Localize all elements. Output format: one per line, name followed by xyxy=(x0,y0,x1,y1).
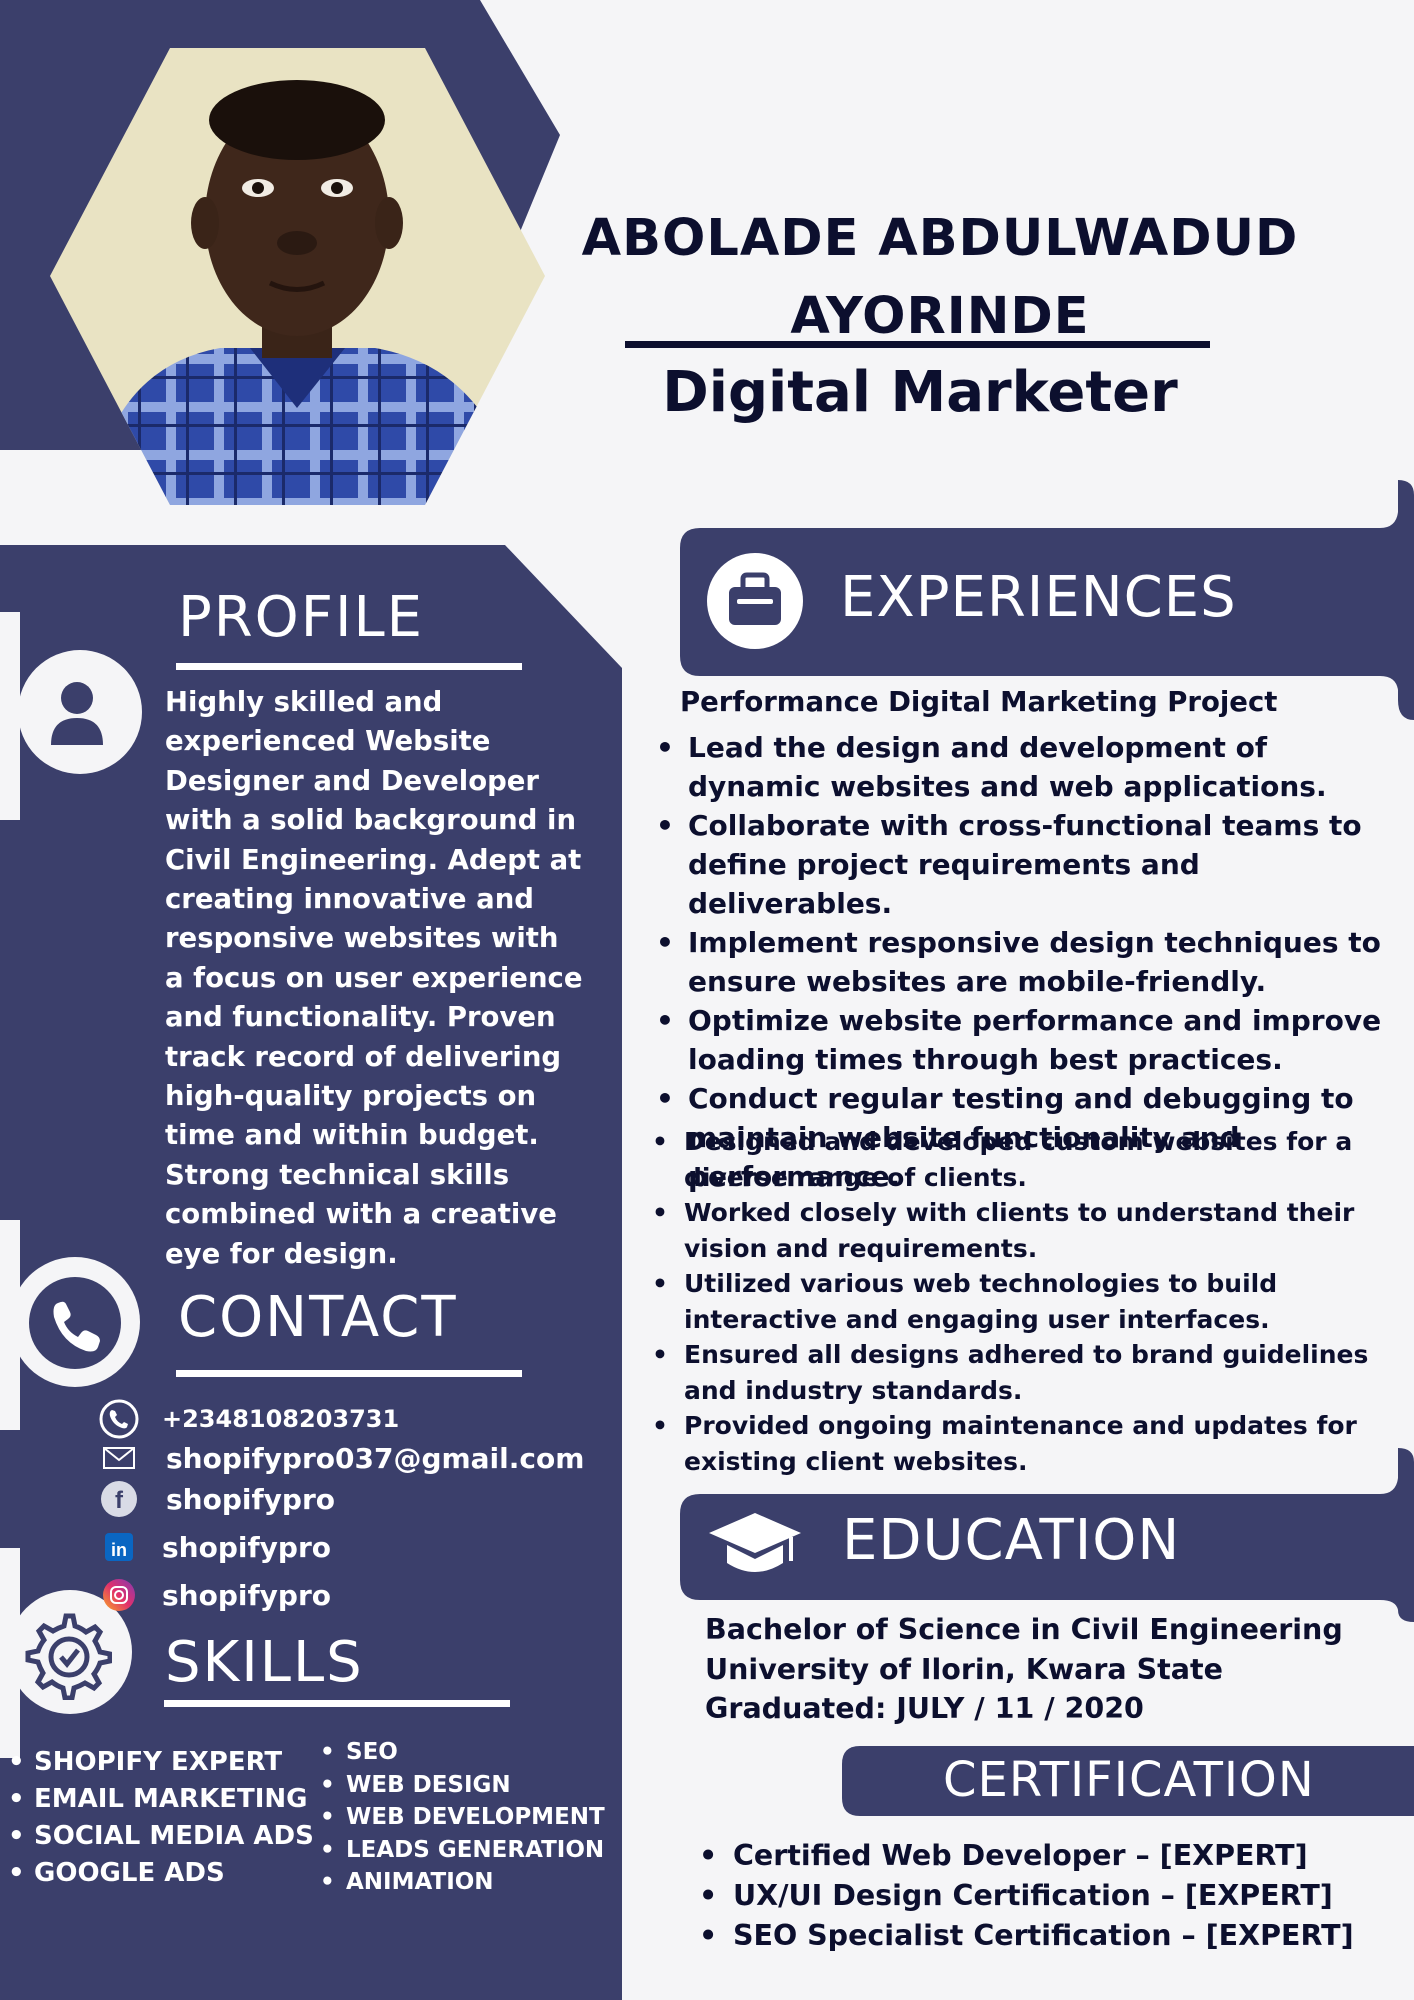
contact-instagram[interactable]: shopifypro xyxy=(98,1574,331,1616)
facebook-icon: f xyxy=(98,1478,140,1520)
name-line-1: ABOLADE ABDULWADUD xyxy=(581,209,1299,268)
certification-heading: CERTIFICATION xyxy=(943,1752,1315,1808)
experience-item: Ensured all designs adhered to brand gui… xyxy=(652,1337,1412,1408)
contact-email[interactable]: shopifypro037@gmail.com xyxy=(98,1437,584,1479)
svg-text:in: in xyxy=(111,1540,127,1560)
briefcase-icon xyxy=(707,553,803,649)
contact-heading: CONTACT xyxy=(178,1285,458,1350)
skill-item: WEB DESIGN xyxy=(320,1769,605,1802)
profile-divider xyxy=(176,663,522,670)
experience-project-title: Performance Digital Marketing Project xyxy=(680,686,1278,718)
graduation-cap-icon xyxy=(705,1505,805,1585)
education-graduated: Graduated: JULY / 11 / 2020 xyxy=(705,1692,1144,1725)
experience-item: Lead the design and development of dynam… xyxy=(656,728,1408,806)
experience-item: Collaborate with cross-functional teams … xyxy=(656,806,1408,923)
skill-item: SHOPIFY EXPERT xyxy=(8,1744,314,1781)
skills-list-secondary: SEO WEB DESIGN WEB DEVELOPMENT LEADS GEN… xyxy=(320,1736,605,1899)
full-name: ABOLADE ABDULWADUD AYORINDE xyxy=(540,200,1340,356)
experience-list-secondary: Designed and developed custom websites f… xyxy=(652,1124,1412,1479)
phone-icon xyxy=(98,1398,140,1440)
education-heading: EDUCATION xyxy=(842,1508,1181,1573)
skill-item: EMAIL MARKETING xyxy=(8,1781,314,1818)
skills-divider xyxy=(164,1700,510,1707)
profile-summary: Highly skilled and experienced Website D… xyxy=(165,686,583,1270)
skills-list-primary: SHOPIFY EXPERT EMAIL MARKETING SOCIAL ME… xyxy=(8,1744,314,1892)
contact-instagram-value: shopifypro xyxy=(162,1578,331,1612)
linkedin-icon: in xyxy=(98,1526,140,1568)
skill-item: WEB DEVELOPMENT xyxy=(320,1801,605,1834)
certification-list: Certified Web Developer – [EXPERT] UX/UI… xyxy=(699,1836,1354,1956)
contact-divider xyxy=(176,1370,522,1377)
contact-phone-value: +2348108203731 xyxy=(162,1405,400,1433)
contact-phone[interactable]: +2348108203731 xyxy=(98,1398,399,1440)
mail-icon xyxy=(98,1437,140,1479)
experience-item: Designed and developed custom websites f… xyxy=(652,1124,1412,1195)
job-title: Digital Marketer xyxy=(662,360,1178,425)
phone-badge-icon xyxy=(18,1265,138,1385)
certification-item: SEO Specialist Certification – [EXPERT] xyxy=(699,1916,1354,1956)
experience-item: Implement responsive design techniques t… xyxy=(656,923,1408,1001)
contact-linkedin[interactable]: in shopifypro xyxy=(98,1526,331,1568)
skill-item: ANIMATION xyxy=(320,1866,605,1899)
profile-heading: PROFILE xyxy=(178,585,425,650)
experience-item: Worked closely with clients to understan… xyxy=(652,1195,1412,1266)
certification-item: UX/UI Design Certification – [EXPERT] xyxy=(699,1876,1354,1916)
profile-photo xyxy=(50,48,545,505)
experience-item: Utilized various web technologies to bui… xyxy=(652,1266,1412,1337)
svg-text:f: f xyxy=(115,1487,124,1514)
education-school: University of Ilorin, Kwara State xyxy=(705,1652,1223,1686)
experience-item: Provided ongoing maintenance and updates… xyxy=(652,1408,1412,1479)
contact-linkedin-value: shopifypro xyxy=(162,1530,331,1564)
contact-email-value: shopifypro037@gmail.com xyxy=(166,1441,585,1475)
experiences-heading: EXPERIENCES xyxy=(840,565,1237,630)
skill-item: LEADS GENERATION xyxy=(320,1834,605,1867)
person-icon xyxy=(30,668,130,758)
experience-item: Optimize website performance and improve… xyxy=(656,1001,1408,1079)
gear-icon xyxy=(20,1608,113,1701)
contact-facebook[interactable]: f shopifypro xyxy=(98,1478,335,1520)
skill-item: SOCIAL MEDIA ADS xyxy=(8,1818,314,1855)
name-divider xyxy=(625,341,1210,348)
certification-item: Certified Web Developer – [EXPERT] xyxy=(699,1836,1354,1876)
skill-item: SEO xyxy=(320,1736,605,1769)
skill-item: GOOGLE ADS xyxy=(8,1855,314,1892)
education-degree: Bachelor of Science in Civil Engineering xyxy=(705,1613,1343,1646)
skills-heading: SKILLS xyxy=(165,1630,364,1695)
contact-facebook-value: shopifypro xyxy=(166,1482,335,1516)
education-details: Bachelor of Science in Civil Engineering… xyxy=(705,1610,1343,1729)
